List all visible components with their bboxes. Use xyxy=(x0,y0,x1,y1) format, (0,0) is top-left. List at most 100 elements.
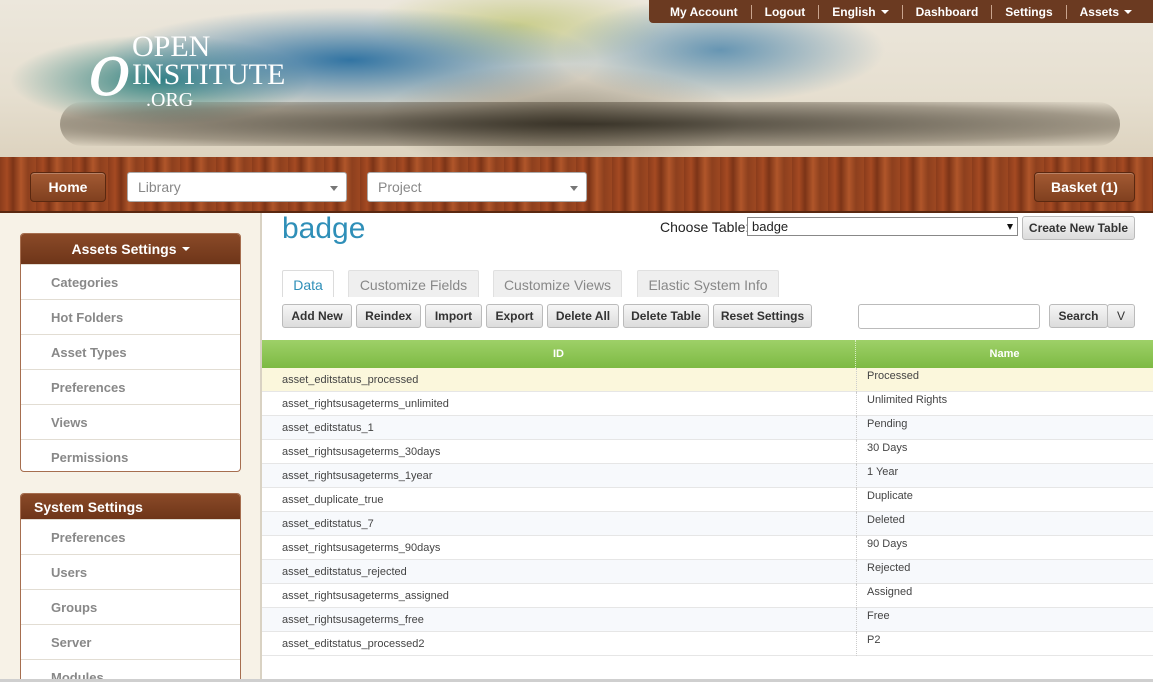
sidebar-item-system-preferences[interactable]: Preferences xyxy=(21,519,240,554)
table-row[interactable]: asset_rightsusageterms_assigned Assigned xyxy=(262,584,1153,608)
tab-customize-fields[interactable]: Customize Fields xyxy=(348,270,479,298)
chevron-down-icon xyxy=(330,186,338,191)
table-row[interactable]: asset_editstatus_processed2 P2 xyxy=(262,632,1153,656)
cell-id: asset_editstatus_processed2 xyxy=(282,638,425,650)
cell-id: asset_editstatus_7 xyxy=(282,518,374,530)
column-divider xyxy=(856,512,857,536)
cell-name: Assigned xyxy=(867,586,913,598)
reset-settings-button[interactable]: Reset Settings xyxy=(713,304,812,328)
sidebar-item-asset-types[interactable]: Asset Types xyxy=(21,334,240,369)
cell-name: 30 Days xyxy=(867,442,908,454)
cell-name: P2 xyxy=(867,634,881,646)
menu-assets-label: Assets xyxy=(1079,4,1119,19)
cell-name: 90 Days xyxy=(867,538,908,550)
cell-id: asset_rightsusageterms_assigned xyxy=(282,590,449,602)
menu-logout[interactable]: Logout xyxy=(752,4,820,19)
table-row[interactable]: asset_editstatus_7 Deleted xyxy=(262,512,1153,536)
choose-table-select[interactable]: badge xyxy=(747,217,1018,236)
reindex-button[interactable]: Reindex xyxy=(356,304,421,328)
cell-name: Unlimited Rights xyxy=(867,394,948,406)
cell-id: asset_rightsusageterms_90days xyxy=(282,542,441,554)
table-row[interactable]: asset_rightsusageterms_free Free xyxy=(262,608,1153,632)
column-divider xyxy=(856,584,857,608)
column-divider xyxy=(856,608,857,632)
column-header-name[interactable]: Name xyxy=(856,340,1153,368)
grid-body: asset_editstatus_processed Processed asse… xyxy=(262,368,1153,656)
cell-id: asset_editstatus_processed xyxy=(282,374,419,386)
cell-name: Rejected xyxy=(867,562,911,574)
table-row[interactable]: asset_rightsusageterms_1year 1 Year xyxy=(262,464,1153,488)
table-row[interactable]: asset_rightsusageterms_unlimited Unlimite… xyxy=(262,392,1153,416)
export-button[interactable]: Export xyxy=(486,304,543,328)
sidebar-item-permissions[interactable]: Permissions xyxy=(21,439,240,471)
chevron-down-icon xyxy=(570,186,578,191)
caret-down-icon xyxy=(1124,10,1132,15)
menu-dashboard[interactable]: Dashboard xyxy=(903,4,993,19)
system-settings-header[interactable]: System Settings xyxy=(21,494,240,519)
sidebar-item-groups[interactable]: Groups xyxy=(21,589,240,624)
cell-name: Deleted xyxy=(867,514,905,526)
cell-id: asset_rightsusageterms_unlimited xyxy=(282,398,449,410)
table-row[interactable]: asset_duplicate_true Duplicate xyxy=(262,488,1153,512)
column-header-id[interactable]: ID xyxy=(262,340,856,368)
cell-name: Duplicate xyxy=(867,490,913,502)
column-divider xyxy=(856,368,857,392)
assets-settings-header[interactable]: Assets Settings xyxy=(21,234,240,264)
delete-table-button[interactable]: Delete Table xyxy=(623,304,709,328)
tab-customize-views[interactable]: Customize Views xyxy=(493,270,622,298)
sidebar-item-server[interactable]: Server xyxy=(21,624,240,659)
logo-line-institute: INSTITUTE xyxy=(132,58,286,91)
menu-assets[interactable]: Assets xyxy=(1067,5,1145,19)
menu-language[interactable]: English xyxy=(819,4,903,19)
page-title: badge xyxy=(282,212,366,245)
sidebar-item-categories[interactable]: Categories xyxy=(21,264,240,299)
search-input[interactable] xyxy=(858,304,1040,329)
import-button[interactable]: Import xyxy=(425,304,482,328)
banner-shadow xyxy=(60,102,1120,146)
table-row[interactable]: asset_rightsusageterms_30days 30 Days xyxy=(262,440,1153,464)
cell-id: asset_duplicate_true xyxy=(282,494,384,506)
project-select-value: Project xyxy=(378,179,422,195)
caret-down-icon xyxy=(880,10,889,15)
sidebar-item-preferences[interactable]: Preferences xyxy=(21,369,240,404)
delete-all-button[interactable]: Delete All xyxy=(547,304,619,328)
column-divider xyxy=(856,416,857,440)
add-new-button[interactable]: Add New xyxy=(282,304,352,328)
cell-name: Free xyxy=(867,610,890,622)
top-menu: My Account Logout English Dashboard Sett… xyxy=(649,0,1153,23)
search-button[interactable]: Search xyxy=(1049,304,1108,328)
column-divider xyxy=(856,488,857,512)
table-row[interactable]: asset_editstatus_1 Pending xyxy=(262,416,1153,440)
choose-table-label: Choose Table: xyxy=(660,219,750,235)
tab-data[interactable]: Data xyxy=(282,270,334,298)
sidebar-item-users[interactable]: Users xyxy=(21,554,240,589)
cell-id: asset_rightsusageterms_30days xyxy=(282,446,441,458)
column-divider xyxy=(856,392,857,416)
sidebar-item-hot-folders[interactable]: Hot Folders xyxy=(21,299,240,334)
library-select-value: Library xyxy=(138,179,181,195)
cell-id: asset_editstatus_1 xyxy=(282,422,374,434)
nav-bar: Home Library Project Basket (1) xyxy=(0,157,1153,213)
column-divider xyxy=(856,632,857,656)
search-options-button[interactable]: V xyxy=(1107,304,1135,328)
table-row[interactable]: asset_rightsusageterms_90days 90 Days xyxy=(262,536,1153,560)
column-divider xyxy=(856,440,857,464)
basket-button[interactable]: Basket (1) xyxy=(1034,172,1135,202)
tab-elastic-system-info[interactable]: Elastic System Info xyxy=(637,270,779,298)
choose-table-value: badge xyxy=(752,219,789,234)
project-select[interactable]: Project xyxy=(367,172,587,202)
library-select[interactable]: Library xyxy=(127,172,347,202)
sidebar-item-views[interactable]: Views xyxy=(21,404,240,439)
create-new-table-button[interactable]: Create New Table xyxy=(1022,216,1135,240)
table-row[interactable]: asset_editstatus_processed Processed xyxy=(262,368,1153,392)
logo-line-org: .ORG xyxy=(146,89,194,111)
assets-settings-title: Assets Settings xyxy=(71,241,177,257)
menu-my-account[interactable]: My Account xyxy=(657,4,752,19)
grid-header: ID Name xyxy=(262,340,1153,368)
home-button[interactable]: Home xyxy=(30,172,106,202)
menu-settings[interactable]: Settings xyxy=(992,4,1067,19)
column-divider xyxy=(856,536,857,560)
cell-id: asset_rightsusageterms_1year xyxy=(282,470,433,482)
cell-name: Processed xyxy=(867,370,919,382)
table-row[interactable]: asset_editstatus_rejected Rejected xyxy=(262,560,1153,584)
